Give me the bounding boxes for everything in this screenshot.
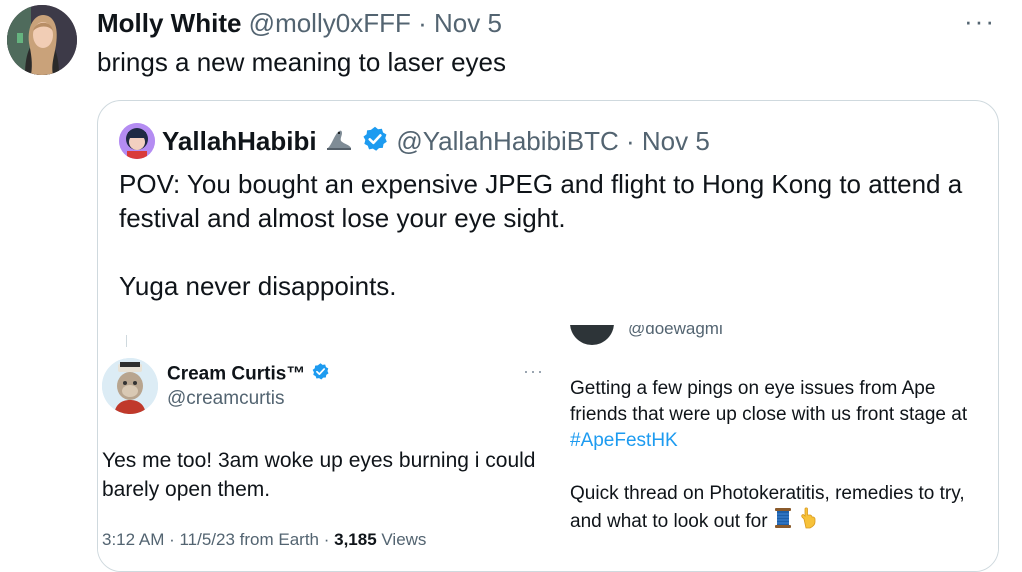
verified-badge-icon bbox=[311, 362, 330, 387]
avatar[interactable] bbox=[7, 5, 77, 75]
media-image-right[interactable]: @doewagmi Getting a few pings on eye iss… bbox=[550, 325, 998, 571]
views-label: Views bbox=[376, 530, 427, 549]
pointing-down-icon bbox=[798, 507, 818, 537]
tweet-date[interactable]: Nov 5 bbox=[434, 8, 502, 38]
quote-date[interactable]: Nov 5 bbox=[642, 126, 710, 156]
meta-prefix: 3:12 AM · 11/5/23 from Earth · bbox=[102, 530, 335, 549]
tweet-text: brings a new meaning to laser eyes bbox=[97, 47, 507, 77]
cream-curtis-avatar bbox=[102, 358, 158, 414]
cream-curtis-name: Cream Curtis™ bbox=[167, 362, 330, 387]
hashtag-link: #ApeFestHK bbox=[570, 430, 678, 451]
more-options-icon: ··· bbox=[523, 361, 544, 381]
cream-curtis-handle: @creamcurtis bbox=[167, 388, 285, 409]
quote-author-name[interactable]: YallahHabibi bbox=[162, 126, 317, 156]
doewagmi-avatar bbox=[570, 325, 614, 345]
quote-text: POV: You bought an expensive JPEG and fl… bbox=[119, 167, 989, 303]
avatar-image bbox=[7, 5, 77, 75]
separator: · bbox=[418, 8, 427, 38]
cream-curtis-meta: 3:12 AM · 11/5/23 from Earth · 3,185 Vie… bbox=[102, 530, 426, 550]
quote-avatar-image bbox=[119, 123, 155, 159]
quote-avatar[interactable] bbox=[119, 123, 155, 159]
cream-curtis-name-text: Cream Curtis™ bbox=[167, 363, 306, 385]
more-options-icon[interactable]: ··· bbox=[964, 8, 996, 34]
doewagmi-text-1: Getting a few pings on eye issues from A… bbox=[570, 376, 990, 454]
doewagmi-handle: @doewagmi bbox=[628, 325, 723, 338]
tweet-header: Molly White @molly0xFFF · Nov 5 bbox=[97, 6, 502, 40]
doewagmi-text-2: Quick thread on Photokeratitis, remedies… bbox=[570, 481, 990, 537]
separator: · bbox=[626, 126, 635, 156]
thread-line bbox=[126, 335, 127, 347]
cream-curtis-text: Yes me too! 3am woke up eyes burning i c… bbox=[102, 449, 536, 501]
doewagmi-text-2-content: Quick thread on Photokeratitis, remedies… bbox=[570, 483, 965, 533]
views-count: 3,185 bbox=[334, 530, 377, 549]
quote-text-line2: Yuga never disappoints. bbox=[119, 271, 397, 301]
quoted-tweet[interactable]: YallahHabibi @YallahHabibiBTC · Nov 5 PO… bbox=[97, 100, 999, 572]
quote-author-handle[interactable]: @YallahHabibiBTC bbox=[396, 126, 618, 156]
media-image-left[interactable]: Cream Curtis™ @creamcurtis ··· Yes me to… bbox=[98, 331, 548, 571]
doewagmi-text-pre: Getting a few pings on eye issues from A… bbox=[570, 378, 968, 425]
thread-spool-icon bbox=[773, 507, 793, 537]
author-handle[interactable]: @molly0xFFF bbox=[249, 8, 411, 38]
seal-icon bbox=[324, 124, 354, 163]
quote-header: YallahHabibi @YallahHabibiBTC · Nov 5 bbox=[162, 123, 710, 163]
quote-text-line1: POV: You bought an expensive JPEG and fl… bbox=[119, 169, 963, 233]
doewagmi-header: @doewagmi bbox=[570, 325, 730, 347]
author-name[interactable]: Molly White bbox=[97, 8, 241, 38]
verified-badge-icon bbox=[361, 125, 389, 162]
